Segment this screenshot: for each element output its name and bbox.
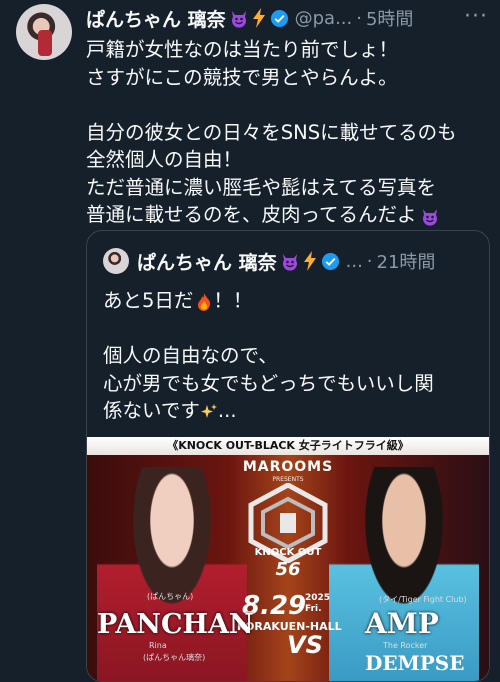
right-fighter-name: AMP	[365, 607, 439, 640]
separator-dot: ·	[366, 250, 373, 272]
tweet-text: 戸籍が女性なのは当たり前でしょ！ さすがにこの競技で男とやらんよ。 自分の彼女と…	[86, 36, 490, 229]
left-fighter-name: PANCHAN	[97, 609, 254, 640]
right-fighter-affiliation: (タイ/Tiger Fight Club)	[379, 595, 467, 604]
quoted-tweet-header: ぱんちゃん 璃奈 ... · 21時間	[103, 245, 435, 277]
smiling-devil-icon	[422, 208, 437, 226]
quoted-tweet[interactable]: ぱんちゃん 璃奈 ... · 21時間 あと5日だ ！！ 個人の自由なので、 心…	[86, 230, 490, 682]
left-fighter-sub: Rina	[149, 641, 167, 650]
poster-banner: 《KNOCK OUT-BLACK 女子ライトフライ級》	[87, 437, 489, 455]
quoted-line: あと5日だ ！！	[103, 287, 483, 315]
author-avatar[interactable]	[16, 4, 72, 60]
verified-badge-icon	[270, 9, 288, 27]
event-year-weekday: 2025 Fri.	[305, 593, 330, 615]
right-fighter-surname: DEMPSE	[365, 651, 465, 675]
tweet-line: さすがにこの競技で男とやらんよ。	[86, 65, 398, 89]
smiling-devil-icon	[231, 11, 246, 28]
quoted-author-avatar	[103, 248, 129, 274]
quoted-tweet-text: あと5日だ ！！ 個人の自由なので、 心が男でも女でもどっちでもいいし関 係ない…	[103, 287, 483, 425]
tweet-header: ぱんちゃん 璃奈 @pa... · 5時間	[86, 4, 490, 32]
quoted-line-text: 係ないです	[103, 399, 200, 422]
quoted-line: 個人の自由なので、	[103, 344, 278, 367]
event-name: KNOCK OUT	[254, 547, 322, 558]
left-fighter-kana: (ぱんちゃん)	[147, 592, 194, 601]
quoted-line-suffix: ！！	[213, 289, 253, 312]
verified-badge-icon	[321, 252, 339, 270]
tweet-line: 全然個人の自由！	[86, 148, 243, 171]
event-number: 56	[275, 559, 301, 580]
quoted-author-handle: ...	[345, 250, 363, 272]
quoted-line: 心が男でも女でもどっちでもいいし関	[103, 371, 434, 395]
author-handle[interactable]: @pa...	[295, 8, 353, 29]
tweet-timestamp[interactable]: 5時間	[366, 5, 413, 31]
tweet-line-text: 普通に載せるのを、皮肉ってるんだよ	[86, 203, 417, 226]
tweet-line-last: 普通に載せるのを、皮肉ってるんだよ	[86, 201, 490, 229]
presents-text: PRESENTS	[272, 476, 304, 483]
versus-text: VS	[287, 631, 323, 659]
smiling-devil-icon	[282, 254, 297, 271]
quoted-line-suffix: ...	[217, 399, 237, 422]
sponsor-logo: MAROOMS	[242, 459, 334, 475]
tweet-line: ただ普通に濃い脛毛や髭はえてる写真を	[86, 175, 437, 199]
quoted-line-text: あと5日だ	[103, 289, 194, 312]
separator-dot: ·	[356, 7, 362, 29]
quoted-line: 係ないです ...	[103, 397, 483, 425]
event-weekday: Fri.	[305, 604, 322, 614]
more-options-icon[interactable]: ···	[464, 4, 488, 29]
quoted-blank-line	[103, 315, 483, 343]
sparkles-icon	[200, 403, 217, 418]
lightning-icon	[252, 8, 265, 28]
tweet-line: 戸籍が女性なのは当たり前でしょ！	[86, 38, 399, 61]
right-fighter-nickname: The Rocker	[383, 641, 428, 650]
left-fighter-affiliation: (ぱんちゃん璃奈)	[143, 653, 206, 662]
fire-icon	[198, 292, 211, 311]
event-poster-image[interactable]: 《KNOCK OUT-BLACK 女子ライトフライ級》 MAROOMS PRES…	[87, 437, 489, 681]
quoted-author-display-name: ぱんちゃん 璃奈	[137, 251, 277, 274]
quoted-tweet-timestamp: 21時間	[376, 252, 436, 273]
lightning-icon	[303, 251, 316, 271]
author-display-name[interactable]: ぱんちゃん 璃奈	[86, 5, 226, 32]
event-year: 2025	[305, 593, 331, 603]
tweet-line: 自分の彼女との日々をSNSに載せてるのも	[86, 120, 457, 144]
